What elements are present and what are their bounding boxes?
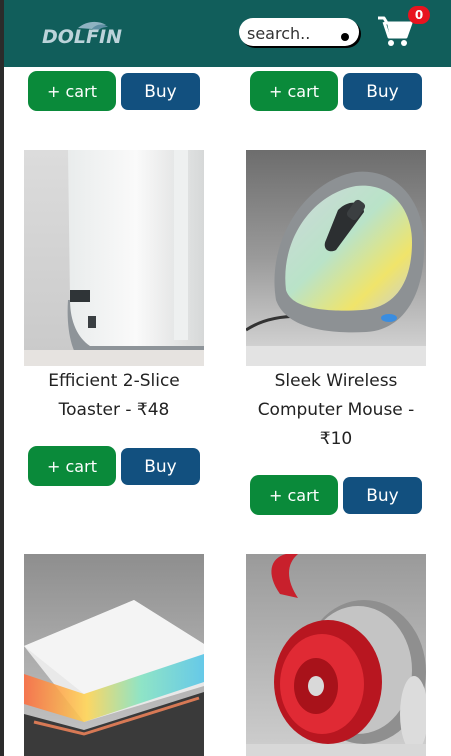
product-title[interactable]: Sleek Wireless Computer Mouse - ₹10 — [246, 367, 426, 454]
product-title-line: Computer Mouse - — [257, 400, 415, 420]
search-input[interactable] — [245, 20, 339, 46]
logo-text: DOLFIN — [42, 26, 122, 48]
computer-mouse-image[interactable] — [246, 150, 426, 366]
product-title[interactable]: Efficient 2-Slice Toaster - ₹48 — [24, 367, 204, 425]
add-to-cart-button[interactable]: + cart — [250, 71, 338, 111]
search-icon[interactable] — [341, 33, 349, 41]
toaster-image[interactable] — [24, 150, 204, 366]
product-title-line: Toaster - ₹48 — [58, 400, 170, 420]
add-to-cart-button[interactable]: + cart — [28, 71, 116, 111]
shopping-cart-icon[interactable] — [377, 14, 413, 48]
left-edge — [0, 0, 4, 756]
search-box — [239, 18, 359, 46]
dolfin-logo[interactable]: DOLFIN — [40, 18, 152, 48]
buy-button[interactable]: Buy — [343, 477, 422, 514]
laptop-image[interactable] — [24, 554, 204, 756]
product-title-line: Efficient 2-Slice — [48, 371, 180, 391]
add-to-cart-button[interactable]: + cart — [250, 475, 338, 515]
top-navbar: DOLFIN 0 — [4, 0, 451, 67]
product-title-line: ₹10 — [319, 429, 353, 449]
cart-count-badge: 0 — [408, 6, 430, 24]
buy-button[interactable]: Buy — [121, 448, 200, 485]
product-title-line: Sleek Wireless — [274, 371, 398, 391]
buy-button[interactable]: Buy — [343, 73, 422, 110]
headphones-image[interactable] — [246, 554, 426, 756]
buy-button[interactable]: Buy — [121, 73, 200, 110]
add-to-cart-button[interactable]: + cart — [28, 446, 116, 486]
